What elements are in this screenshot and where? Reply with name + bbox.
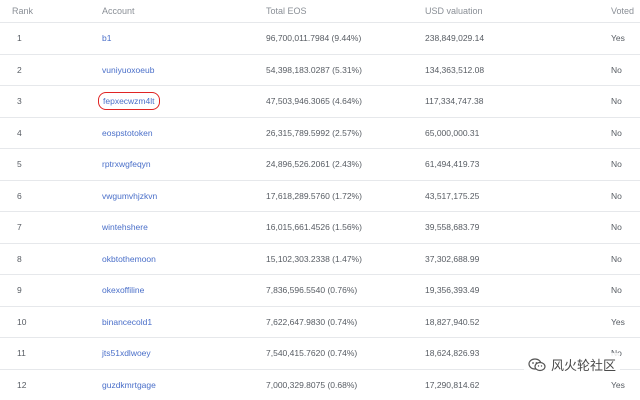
rank-cell: 12 [17,380,26,390]
total-eos-cell: 54,398,183.0287 (5.31%) [266,65,362,75]
account-link[interactable]: fepxecwzm4lt [102,96,156,106]
rank-cell: 7 [17,222,22,232]
usd-valuation-cell: 39,558,683.79 [425,222,479,232]
account-link[interactable]: rptrxwgfeqyn [102,159,151,169]
account-link[interactable]: wintehshere [102,222,148,232]
table-row: 7 wintehshere 16,015,661.4526 (1.56%) 39,55… [0,211,640,243]
watermark: 风火轮社区 [524,353,620,376]
account-link[interactable]: eospstotoken [102,128,153,138]
header-total-eos[interactable]: Total EOS [266,6,307,16]
usd-valuation-cell: 134,363,512.08 [425,65,484,75]
account-link[interactable]: b1 [102,33,111,43]
total-eos-cell: 7,000,329.8075 (0.68%) [266,380,357,390]
table-row: 2 vuniyuoxoeub 54,398,183.0287 (5.31%) 134,… [0,54,640,86]
account-link[interactable]: vwgumvhjzkvn [102,191,157,201]
header-voted[interactable]: Voted [611,6,634,16]
total-eos-cell: 24,896,526.2061 (2.43%) [266,159,362,169]
accounts-table: Rank Account Total EOS USD valuation Vot… [0,0,640,400]
table-row: 8 okbtothemoon 15,102,303.2338 (1.47%) 37,3… [0,243,640,275]
account-link[interactable]: binancecold1 [102,317,152,327]
rank-cell: 9 [17,285,22,295]
header-account[interactable]: Account [102,6,135,16]
voted-cell: No [611,191,622,201]
usd-valuation-cell: 238,849,029.14 [425,33,484,43]
rank-cell: 10 [17,317,26,327]
voted-cell: No [611,65,622,75]
voted-cell: Yes [611,380,625,390]
total-eos-cell: 7,836,596.5540 (0.76%) [266,285,357,295]
table-body: 1 b1 96,700,011.7984 (9.44%) 238,849,029.14… [0,22,640,400]
voted-cell: No [611,96,622,106]
usd-valuation-cell: 19,356,393.49 [425,285,479,295]
total-eos-cell: 26,315,789.5992 (2.57%) [266,128,362,138]
usd-valuation-cell: 61,494,419.73 [425,159,479,169]
table-row: 1 b1 96,700,011.7984 (9.44%) 238,849,029.14… [0,22,640,54]
account-link[interactable]: vuniyuoxoeub [102,65,154,75]
voted-cell: No [611,254,622,264]
total-eos-cell: 7,622,647.9830 (0.74%) [266,317,357,327]
total-eos-cell: 16,015,661.4526 (1.56%) [266,222,362,232]
usd-valuation-cell: 117,334,747.38 [425,96,483,106]
voted-cell: No [611,285,622,295]
usd-valuation-cell: 17,290,814.62 [425,380,479,390]
table-row: 5 rptrxwgfeqyn 24,896,526.2061 (2.43%) 61,4… [0,148,640,180]
usd-valuation-cell: 18,827,940.52 [425,317,479,327]
table-row: 6 vwgumvhjzkvn 17,618,289.5760 (1.72%) 43,5… [0,180,640,212]
usd-valuation-cell: 18,624,826.93 [425,348,479,358]
rank-cell: 3 [17,96,22,106]
total-eos-cell: 47,503,946.3065 (4.64%) [266,96,362,106]
table-row: 10 binancecold1 7,622,647.9830 (0.74%) 18,8… [0,306,640,338]
table-row: 3 fepxecwzm4lt 47,503,946.3065 (4.64%) 117,… [0,85,640,117]
rank-cell: 5 [17,159,22,169]
usd-valuation-cell: 37,302,688.99 [425,254,479,264]
account-link[interactable]: okexoffiline [102,285,144,295]
usd-valuation-cell: 43,517,175.25 [425,191,479,201]
rank-cell: 4 [17,128,22,138]
voted-cell: No [611,222,622,232]
voted-cell: No [611,128,622,138]
header-usd-valuation[interactable]: USD valuation [425,6,483,16]
account-link[interactable]: jts51xdlwoey [102,348,151,358]
wechat-icon [528,358,546,372]
table-row: 4 eospstotoken 26,315,789.5992 (2.57%) 65,0… [0,117,640,149]
rank-cell: 8 [17,254,22,264]
rank-cell: 11 [17,348,26,358]
voted-cell: Yes [611,317,625,327]
total-eos-cell: 96,700,011.7984 (9.44%) [266,33,361,43]
watermark-text: 风火轮社区 [551,355,616,374]
rank-cell: 6 [17,191,22,201]
table-row: 9 okexoffiline 7,836,596.5540 (0.76%) 19,35… [0,274,640,306]
total-eos-cell: 15,102,303.2338 (1.47%) [266,254,362,264]
voted-cell: Yes [611,33,625,43]
account-link[interactable]: guzdkmrtgage [102,380,156,390]
rank-cell: 2 [17,65,22,75]
rank-cell: 1 [17,33,22,43]
total-eos-cell: 7,540,415.7620 (0.74%) [266,348,357,358]
account-link[interactable]: okbtothemoon [102,254,156,264]
table-header: Rank Account Total EOS USD valuation Vot… [0,0,640,22]
usd-valuation-cell: 65,000,000.31 [425,128,479,138]
voted-cell: No [611,159,622,169]
total-eos-cell: 17,618,289.5760 (1.72%) [266,191,362,201]
header-rank[interactable]: Rank [12,6,33,16]
